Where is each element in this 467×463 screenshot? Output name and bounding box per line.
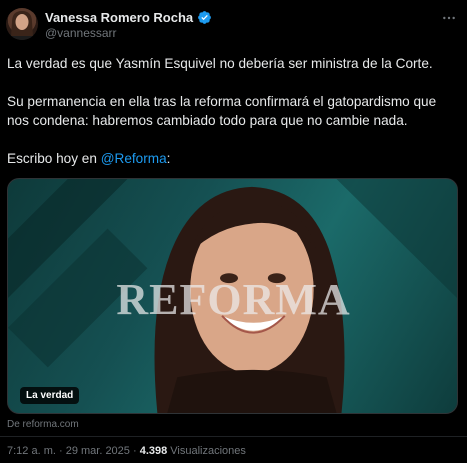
link-preview-card[interactable]: REFORMA La verdad — [7, 178, 458, 414]
tweet-paragraph-2-line-1: Su permanencia en ella tras la reforma c… — [7, 94, 437, 109]
display-name[interactable]: Vanessa Romero Rocha — [45, 10, 193, 25]
avatar-portrait — [9, 11, 35, 40]
tweet-text: La verdad es que Yasmín Esquivel no debe… — [7, 54, 459, 168]
views-count: 4.398 — [139, 445, 168, 457]
tweet-paragraph-3: Escribo hoy en @Reforma: — [7, 149, 459, 168]
tweet-meta: 7:12 a. m. · 29 mar. 2025 · 4.398 Visual… — [7, 445, 246, 457]
tweet-header: Vanessa Romero Rocha @vannessarr — [6, 8, 461, 42]
tweet-date[interactable]: 29 mar. 2025 — [66, 445, 130, 457]
mention-link[interactable]: @Reforma — [101, 151, 167, 166]
more-options-icon[interactable] — [441, 10, 457, 26]
handle[interactable]: @vannessarr — [45, 26, 117, 40]
views-label: Visualizaciones — [167, 445, 246, 457]
tweet-time[interactable]: 7:12 a. m. — [7, 445, 56, 457]
name-row: Vanessa Romero Rocha — [45, 10, 212, 25]
meta-separator-2: · — [129, 445, 140, 457]
tweet-paragraph-3-suffix: : — [166, 151, 171, 166]
card-watermark: REFORMA — [116, 275, 351, 324]
verified-badge-icon — [198, 11, 212, 24]
tweet-paragraph-2-line-2: nos condena: habremos cambiado todo para… — [7, 113, 408, 128]
tweet-paragraph-1: La verdad es que Yasmín Esquivel no debe… — [7, 56, 433, 71]
tweet-paragraph-3-prefix: Escribo hoy en — [7, 151, 101, 166]
card-badge: La verdad — [20, 387, 80, 404]
divider — [0, 436, 467, 437]
avatar[interactable] — [6, 8, 38, 40]
card-domain[interactable]: De reforma.com — [7, 419, 79, 430]
meta-separator: · — [55, 445, 66, 457]
